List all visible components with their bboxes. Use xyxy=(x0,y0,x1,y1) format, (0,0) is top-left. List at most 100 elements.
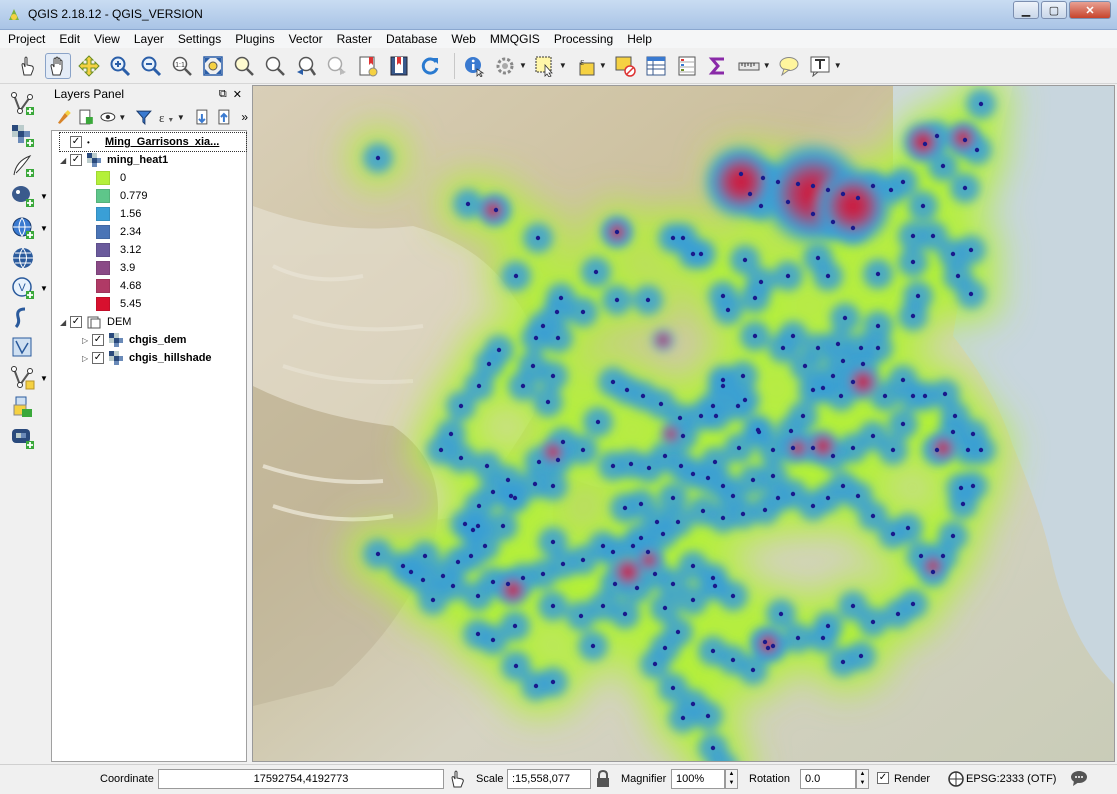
menu-edit[interactable]: Edit xyxy=(59,32,80,46)
pan-to-selection-button[interactable] xyxy=(76,53,102,79)
eye-visibility-icon[interactable] xyxy=(99,108,117,126)
add-wcs-button[interactable]: V xyxy=(8,274,38,302)
add-vector-layer-button[interactable] xyxy=(8,90,38,118)
add-raster-tile-button[interactable] xyxy=(8,424,38,452)
action-dropdown-arrow[interactable]: ▼ xyxy=(519,61,527,70)
menu-mmqgis[interactable]: MMQGIS xyxy=(490,32,540,46)
field-calculator-button[interactable] xyxy=(674,53,700,79)
group-visibility-checkbox[interactable]: ✓ xyxy=(70,316,82,328)
zoom-in-button[interactable] xyxy=(107,53,133,79)
more-tools-icon[interactable]: » xyxy=(241,110,248,124)
style-paint-icon[interactable] xyxy=(55,108,73,126)
menu-plugins[interactable]: Plugins xyxy=(235,32,274,46)
zoom-full-button[interactable] xyxy=(200,53,226,79)
layer-item-garrisons[interactable]: ✓ • Ming_Garrisons_xia... xyxy=(59,132,247,152)
scale-combobox[interactable]: :15,558,077 xyxy=(507,769,591,789)
new-bookmark-button[interactable] xyxy=(355,53,381,79)
rotation-field[interactable]: 0.0 xyxy=(800,769,856,789)
expand-all-icon[interactable] xyxy=(194,108,212,126)
pan-map-button[interactable] xyxy=(45,52,71,79)
zoom-native-button[interactable]: 1:1 xyxy=(169,53,195,79)
mouse-coordinate-icon[interactable] xyxy=(449,770,465,791)
menu-help[interactable]: Help xyxy=(627,32,652,46)
add-spatialite-button[interactable] xyxy=(8,304,38,332)
refresh-button[interactable] xyxy=(417,53,443,79)
new-spatialite-layer-button[interactable] xyxy=(8,364,38,392)
select-by-expression-button[interactable]: ε xyxy=(572,53,598,79)
collapse-arrow-icon[interactable]: ◢ xyxy=(60,156,70,165)
menu-database[interactable]: Database xyxy=(386,32,437,46)
menu-processing[interactable]: Processing xyxy=(554,32,613,46)
close-button[interactable]: ✕ xyxy=(1069,1,1111,19)
filter-dropdown-arrow[interactable]: ▼ xyxy=(177,113,185,122)
menu-view[interactable]: View xyxy=(94,32,120,46)
zoom-next-button[interactable] xyxy=(324,53,350,79)
menu-raster[interactable]: Raster xyxy=(337,32,372,46)
text-annotation-button[interactable] xyxy=(807,53,833,79)
add-postgis-button[interactable] xyxy=(8,182,38,210)
select-expression-dropdown-arrow[interactable]: ▼ xyxy=(599,61,607,70)
magnifier-field[interactable]: 100% xyxy=(671,769,725,789)
visibility-dropdown-arrow[interactable]: ▼ xyxy=(118,113,126,122)
filter-expression-icon[interactable]: ε xyxy=(157,108,175,126)
menu-project[interactable]: Project xyxy=(8,32,45,46)
menu-layer[interactable]: Layer xyxy=(134,32,164,46)
menu-web[interactable]: Web xyxy=(451,32,475,46)
expand-arrow-icon[interactable]: ▷ xyxy=(82,336,92,345)
select-dropdown-arrow[interactable]: ▼ xyxy=(559,61,567,70)
filter-icon[interactable] xyxy=(135,108,153,126)
add-wfs-button[interactable] xyxy=(8,244,38,272)
magnifier-spin-icon[interactable]: ▲ ▼ xyxy=(725,769,738,789)
add-delimited-text-button[interactable] xyxy=(8,152,38,180)
touch-tool-button[interactable] xyxy=(14,53,40,79)
open-attribute-table-button[interactable] xyxy=(643,53,669,79)
collapse-arrow-icon[interactable]: ◢ xyxy=(60,318,70,327)
layer-visibility-checkbox[interactable]: ✓ xyxy=(70,136,82,148)
map-tips-button[interactable] xyxy=(776,53,802,79)
menu-vector[interactable]: Vector xyxy=(289,32,323,46)
group-item-dem[interactable]: ◢ ✓ DEM xyxy=(60,313,131,331)
show-bookmarks-button[interactable] xyxy=(386,53,412,79)
new-layer-dropdown-arrow[interactable]: ▼ xyxy=(40,374,48,383)
layer-item-chgis-hillshade[interactable]: ▷ ✓ chgis_hillshade xyxy=(82,349,212,367)
measure-dropdown-arrow[interactable]: ▼ xyxy=(763,61,771,70)
layer-visibility-checkbox[interactable]: ✓ xyxy=(92,352,104,364)
add-raster-layer-button[interactable] xyxy=(8,122,38,150)
identify-features-button[interactable] xyxy=(461,53,487,79)
select-features-button[interactable] xyxy=(532,53,558,79)
annotation-dropdown-arrow[interactable]: ▼ xyxy=(834,61,842,70)
layer-visibility-checkbox[interactable]: ✓ xyxy=(92,334,104,346)
add-group-icon[interactable] xyxy=(77,108,95,126)
layer-item-ming-heat1[interactable]: ◢ ✓ ming_heat1 xyxy=(60,151,168,169)
show-statistics-button[interactable] xyxy=(705,53,731,79)
lock-scale-icon[interactable] xyxy=(596,769,610,791)
messages-icon[interactable] xyxy=(1070,770,1088,789)
postgis-dropdown-arrow[interactable]: ▼ xyxy=(40,192,48,201)
zoom-to-selection-button[interactable] xyxy=(231,53,257,79)
coordinate-field[interactable]: 17592754,4192773 xyxy=(158,769,444,789)
new-shapefile-button[interactable] xyxy=(8,334,38,362)
zoom-last-button[interactable] xyxy=(293,53,319,79)
add-virtual-layer-button[interactable] xyxy=(8,394,38,422)
close-panel-icon[interactable]: ✕ xyxy=(233,88,242,101)
layer-item-chgis-dem[interactable]: ▷ ✓ chgis_dem xyxy=(82,331,186,349)
maximize-button[interactable]: ▢ xyxy=(1041,1,1067,19)
layer-visibility-checkbox[interactable]: ✓ xyxy=(70,154,82,166)
wcs-dropdown-arrow[interactable]: ▼ xyxy=(40,284,48,293)
zoom-to-layer-button[interactable] xyxy=(262,53,288,79)
float-panel-icon[interactable]: ⧉ xyxy=(219,88,227,101)
minimize-button[interactable]: ▁ xyxy=(1013,1,1039,19)
zoom-out-button[interactable] xyxy=(138,53,164,79)
render-checkbox[interactable]: ✓ xyxy=(877,772,889,784)
menu-settings[interactable]: Settings xyxy=(178,32,221,46)
expand-arrow-icon[interactable]: ▷ xyxy=(82,354,92,363)
measure-line-button[interactable] xyxy=(736,53,762,79)
crs-label[interactable]: EPSG:2333 (OTF) xyxy=(966,773,1056,785)
crs-globe-icon[interactable] xyxy=(948,771,964,790)
add-wms-button[interactable] xyxy=(8,214,38,242)
rotation-spin-icon[interactable]: ▲ ▼ xyxy=(856,769,869,789)
run-action-button[interactable] xyxy=(492,53,518,79)
map-canvas[interactable] xyxy=(252,85,1115,762)
collapse-all-icon[interactable] xyxy=(216,108,234,126)
deselect-all-button[interactable] xyxy=(612,53,638,79)
